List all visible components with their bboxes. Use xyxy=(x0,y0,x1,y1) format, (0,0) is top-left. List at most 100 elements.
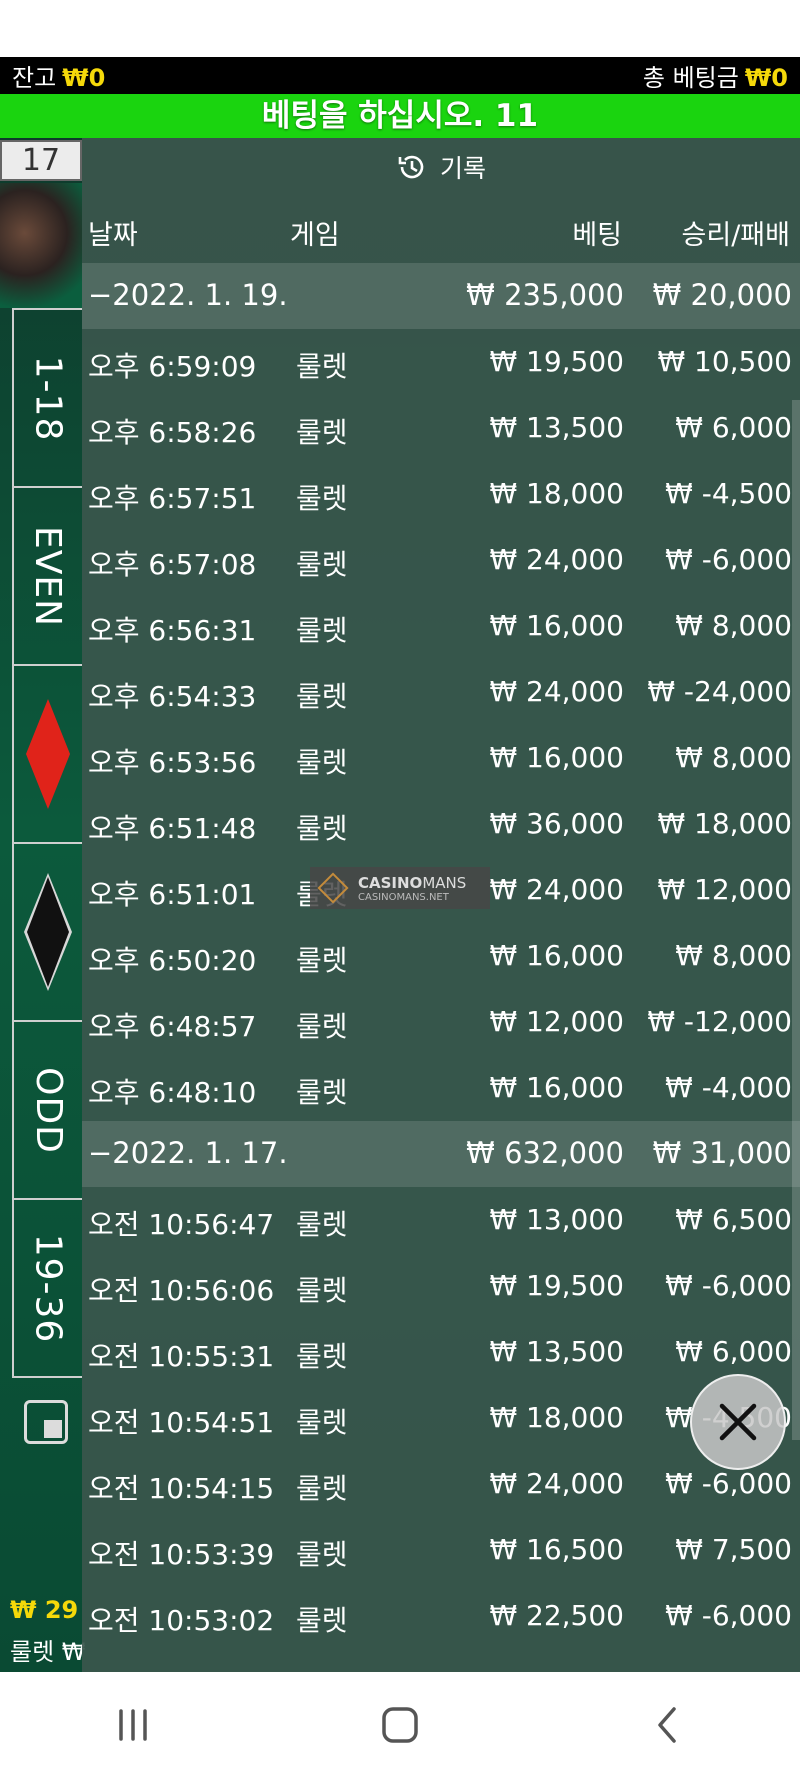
row-bet: ₩ 24,000 xyxy=(489,543,624,576)
bet-red[interactable] xyxy=(14,666,82,844)
history-row[interactable]: 오전 10:55:31 룰렛 ₩ 13,500 ₩ 6,000 xyxy=(82,1319,800,1385)
history-row[interactable]: 오전 10:56:06 룰렛 ₩ 19,500 ₩ -6,000 xyxy=(82,1253,800,1319)
bet-odd[interactable]: ODD xyxy=(14,1022,82,1200)
row-result: ₩ -6,000 xyxy=(665,1599,792,1632)
row-result: ₩ 18,000 xyxy=(657,807,792,840)
row-bet: ₩ 13,500 xyxy=(489,1335,624,1368)
row-time: 오후 6:51:01 xyxy=(88,878,257,911)
row-time: 오후 6:58:26 xyxy=(88,416,257,449)
row-game: 룰렛 xyxy=(296,944,348,977)
home-button[interactable] xyxy=(360,1685,440,1765)
bet-1-18[interactable]: 1-18 xyxy=(14,310,82,488)
history-row[interactable]: 오전 10:54:15 룰렛 ₩ 24,000 ₩ -6,000 xyxy=(82,1451,800,1517)
history-row[interactable]: 오후 6:57:08 룰렛 ₩ 24,000 ₩ -6,000 xyxy=(82,527,800,593)
bet-black[interactable] xyxy=(14,844,82,1022)
history-table-body[interactable]: −2022. 1. 19. ₩ 235,000 ₩ 20,000 오후 6:59:09… xyxy=(82,263,800,1649)
row-game: 룰렛 xyxy=(296,1538,348,1571)
row-game: 룰렛 xyxy=(296,1472,348,1505)
bet-even-label: EVEN xyxy=(27,525,69,627)
row-result: ₩ 8,000 xyxy=(675,939,792,972)
watermark-brand-bold: CASINO xyxy=(358,873,423,892)
history-scrollbar[interactable] xyxy=(792,400,800,1440)
watermark-url: CASINOMANS.NET xyxy=(358,891,449,903)
group-date: −2022. 1. 19. xyxy=(88,278,288,312)
bet-19-36[interactable]: 19-36 xyxy=(14,1200,82,1378)
row-bet: ₩ 19,500 xyxy=(489,1269,624,1302)
group-result-total: ₩ 20,000 xyxy=(652,278,792,312)
group-bet-total: ₩ 632,000 xyxy=(466,1136,624,1170)
row-bet: ₩ 16,000 xyxy=(489,741,624,774)
col-date: 날짜 xyxy=(88,220,138,251)
row-time: 오후 6:51:48 xyxy=(88,812,257,845)
history-row[interactable]: 오후 6:48:10 룰렛 ₩ 16,000 ₩ -4,000 xyxy=(82,1055,800,1121)
row-time: 오전 10:56:06 xyxy=(88,1274,275,1307)
row-game: 룰렛 xyxy=(296,1208,348,1241)
row-bet: ₩ 24,000 xyxy=(489,1467,624,1500)
row-result: ₩ 12,000 xyxy=(657,873,792,906)
recent-apps-button[interactable] xyxy=(93,1685,173,1765)
status-bar-area xyxy=(0,0,800,57)
row-bet: ₩ 13,500 xyxy=(489,411,624,444)
date-group-row[interactable]: −2022. 1. 19. ₩ 235,000 ₩ 20,000 xyxy=(82,263,800,329)
history-row[interactable]: 오후 6:57:51 룰렛 ₩ 18,000 ₩ -4,500 xyxy=(82,461,800,527)
row-game: 룰렛 xyxy=(296,746,348,779)
row-result: ₩ 10,500 xyxy=(657,345,792,378)
bet-1-18-label: 1-18 xyxy=(27,355,69,441)
row-bet: ₩ 36,000 xyxy=(489,807,624,840)
history-row[interactable]: 오후 6:56:31 룰렛 ₩ 16,000 ₩ 8,000 xyxy=(82,593,800,659)
row-result: ₩ 8,000 xyxy=(675,609,792,642)
row-result: ₩ -4,000 xyxy=(665,1071,792,1104)
col-bet: 베팅 xyxy=(572,220,622,251)
history-row[interactable]: 오후 6:58:26 룰렛 ₩ 13,500 ₩ 6,000 xyxy=(82,395,800,461)
recent-apps-icon xyxy=(119,1709,148,1741)
row-game: 룰렛 xyxy=(296,1406,348,1439)
bet-prompt-banner: 베팅을 하십시오. 11 xyxy=(0,94,800,138)
total-bet: 총 베팅금 ₩0 xyxy=(643,58,788,93)
row-time: 오후 6:56:31 xyxy=(88,614,257,647)
bottom-left-info: ₩ 29 룰렛 ₩ xyxy=(10,1596,86,1667)
history-row[interactable]: 오전 10:53:39 룰렛 ₩ 16,500 ₩ 7,500 xyxy=(82,1517,800,1583)
history-row[interactable]: 오후 6:53:56 룰렛 ₩ 16,000 ₩ 8,000 xyxy=(82,725,800,791)
row-game: 룰렛 xyxy=(296,548,348,581)
row-bet: ₩ 24,000 xyxy=(489,675,624,708)
history-title-text: 기록 xyxy=(439,153,486,183)
black-diamond-icon xyxy=(24,873,72,991)
row-result: ₩ -6,000 xyxy=(665,543,792,576)
bottom-left-amount: ₩ 29 xyxy=(10,1596,79,1624)
row-bet: ₩ 16,000 xyxy=(489,939,624,972)
row-time: 오후 6:57:51 xyxy=(88,482,257,515)
group-result-total: ₩ 31,000 xyxy=(652,1136,792,1170)
row-game: 룰렛 xyxy=(296,1274,348,1307)
history-row[interactable]: 오후 6:48:57 룰렛 ₩ 12,000 ₩ -12,000 xyxy=(82,989,800,1055)
dealer-video-thumbnail xyxy=(0,183,82,308)
group-bet-total: ₩ 235,000 xyxy=(466,278,624,312)
history-row[interactable]: 오전 10:56:47 룰렛 ₩ 13,000 ₩ 6,500 xyxy=(82,1187,800,1253)
row-bet: ₩ 13,000 xyxy=(489,1203,624,1236)
balance: 잔고 ₩0 xyxy=(12,58,105,93)
row-time: 오후 6:50:20 xyxy=(88,944,257,977)
row-time: 오후 6:48:57 xyxy=(88,1010,257,1043)
close-button[interactable] xyxy=(690,1374,786,1470)
history-row[interactable]: 오전 10:53:02 룰렛 ₩ 22,500 ₩ -6,000 xyxy=(82,1583,800,1649)
col-result: 승리/패배 xyxy=(681,220,790,251)
row-result: ₩ -6,000 xyxy=(665,1269,792,1302)
bet-even[interactable]: EVEN xyxy=(14,488,82,666)
layout-toggle-icon[interactable] xyxy=(24,1400,68,1444)
row-result: ₩ 6,000 xyxy=(675,1335,792,1368)
history-row[interactable]: 오후 6:51:48 룰렛 ₩ 36,000 ₩ 18,000 xyxy=(82,791,800,857)
row-bet: ₩ 24,000 xyxy=(489,873,624,906)
row-game: 룰렛 xyxy=(296,812,348,845)
row-result: ₩ 6,500 xyxy=(675,1203,792,1236)
history-row[interactable]: 오후 6:50:20 룰렛 ₩ 16,000 ₩ 8,000 xyxy=(82,923,800,989)
date-group-row[interactable]: −2022. 1. 17. ₩ 632,000 ₩ 31,000 xyxy=(82,1121,800,1187)
back-button[interactable] xyxy=(627,1685,707,1765)
row-time: 오전 10:54:51 xyxy=(88,1406,275,1439)
row-game: 룰렛 xyxy=(296,416,348,449)
total-bet-label: 총 베팅금 xyxy=(642,64,739,92)
balance-label: 잔고 xyxy=(12,64,57,92)
row-bet: ₩ 12,000 xyxy=(489,1005,624,1038)
history-row[interactable]: 오후 6:54:33 룰렛 ₩ 24,000 ₩ -24,000 xyxy=(82,659,800,725)
row-result: ₩ 6,000 xyxy=(675,411,792,444)
row-bet: ₩ 16,000 xyxy=(489,609,624,642)
history-row[interactable]: 오후 6:59:09 룰렛 ₩ 19,500 ₩ 10,500 xyxy=(82,329,800,395)
